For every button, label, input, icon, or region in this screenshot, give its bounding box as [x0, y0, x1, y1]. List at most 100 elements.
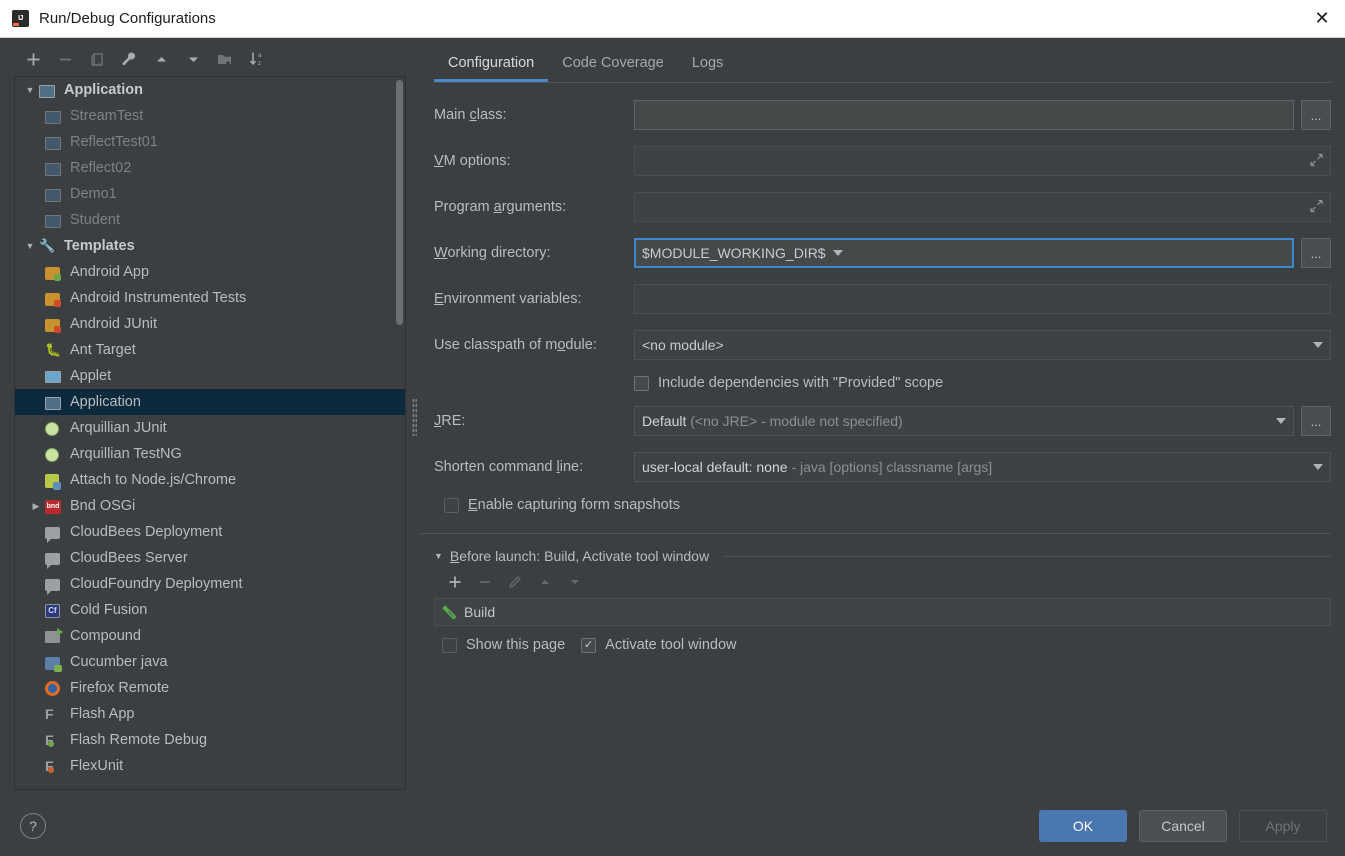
- tab-logs[interactable]: Logs: [678, 55, 737, 82]
- tree-item[interactable]: Firefox Remote: [15, 675, 405, 701]
- tree-item[interactable]: ▼Application: [15, 77, 405, 103]
- vm-options-input[interactable]: [634, 146, 1331, 176]
- jre-label: JRE:: [434, 413, 634, 429]
- folder-add-icon[interactable]: [210, 46, 240, 72]
- tree-item[interactable]: ▶bndBnd OSGi: [15, 493, 405, 519]
- jre-browse-button[interactable]: ...: [1301, 406, 1331, 436]
- program-arguments-input[interactable]: [634, 192, 1331, 222]
- task-row[interactable]: Build: [435, 599, 1330, 625]
- tree-item[interactable]: Android App: [15, 259, 405, 285]
- include-provided-scope-checkbox[interactable]: [634, 376, 649, 391]
- before-launch-header[interactable]: ▼ Before launch: Build, Activate tool wi…: [434, 548, 1331, 564]
- tree-item-selected[interactable]: Application: [15, 389, 405, 415]
- tree-item[interactable]: Arquillian JUnit: [15, 415, 405, 441]
- tree-item[interactable]: FFlexUnit: [15, 753, 405, 779]
- tree-item[interactable]: Android JUnit: [15, 311, 405, 337]
- arrow-down-icon[interactable]: [178, 46, 208, 72]
- collapse-arrow-icon[interactable]: ▼: [434, 551, 443, 561]
- application-icon: [45, 160, 63, 176]
- copy-icon[interactable]: [82, 46, 112, 72]
- pane-splitter[interactable]: [410, 38, 420, 796]
- close-icon[interactable]: ✕: [1299, 0, 1345, 37]
- add-configuration-button[interactable]: [18, 46, 48, 72]
- main-class-input[interactable]: [634, 100, 1294, 130]
- show-this-page-checkbox[interactable]: [442, 638, 457, 653]
- move-task-down-button[interactable]: [562, 570, 588, 594]
- tree-item[interactable]: Cucumber java: [15, 649, 405, 675]
- vm-options-label-mnemonic: V: [434, 153, 444, 169]
- ant-icon: 🐛: [45, 342, 63, 358]
- tree-item[interactable]: Attach to Node.js/Chrome: [15, 467, 405, 493]
- wrench-icon[interactable]: [114, 46, 144, 72]
- tab-configuration[interactable]: Configuration: [434, 55, 548, 82]
- move-task-up-button[interactable]: [532, 570, 558, 594]
- chevron-down-icon[interactable]: ▼: [21, 85, 39, 95]
- environment-variables-input[interactable]: [634, 284, 1331, 314]
- tree-item[interactable]: CfCold Fusion: [15, 597, 405, 623]
- before-launch-task-list[interactable]: Build: [434, 598, 1331, 626]
- form-snapshots-label-mnemonic: E: [468, 497, 478, 513]
- tree-item[interactable]: FFlash Remote Debug: [15, 727, 405, 753]
- jre-combobox[interactable]: Default (<no JRE> - module not specified…: [634, 406, 1294, 436]
- activate-tool-window-checkbox[interactable]: ✓: [581, 638, 596, 653]
- svg-text:z: z: [258, 61, 261, 67]
- expand-diagonal-icon[interactable]: [1310, 154, 1323, 169]
- use-classpath-of-module-combobox[interactable]: <no module>: [634, 330, 1331, 360]
- form-snapshots-checkbox[interactable]: [444, 498, 459, 513]
- configurations-tree[interactable]: ▼ApplicationStreamTestReflectTest01Refle…: [15, 77, 405, 789]
- sort-alpha-icon[interactable]: az: [242, 46, 272, 72]
- tree-item[interactable]: StreamTest: [15, 103, 405, 129]
- tree-item[interactable]: FFlash App: [15, 701, 405, 727]
- remove-configuration-button[interactable]: [50, 46, 80, 72]
- tree-item-label: CloudFoundry Deployment: [70, 576, 242, 592]
- tree-item[interactable]: Demo1: [15, 181, 405, 207]
- ok-button[interactable]: OK: [1039, 810, 1127, 842]
- chevron-down-icon[interactable]: [1306, 453, 1330, 481]
- working-directory-browse-button[interactable]: ...: [1301, 238, 1331, 268]
- tree-item[interactable]: Reflect02: [15, 155, 405, 181]
- main-class-browse-button[interactable]: ...: [1301, 100, 1331, 130]
- jre-row: JRE: Default (<no JRE> - module not spec…: [434, 405, 1331, 437]
- chevron-down-icon[interactable]: [1306, 331, 1330, 359]
- add-task-button[interactable]: [442, 570, 468, 594]
- tree-item[interactable]: ReflectTest01: [15, 129, 405, 155]
- jre-label-post: RE:: [441, 413, 465, 429]
- apply-button[interactable]: Apply: [1239, 810, 1327, 842]
- tree-item[interactable]: Student: [15, 207, 405, 233]
- program-arguments-label-mnemonic: a: [494, 199, 502, 215]
- tree-item[interactable]: Applet: [15, 363, 405, 389]
- tree-item[interactable]: CloudBees Server: [15, 545, 405, 571]
- cancel-button[interactable]: Cancel: [1139, 810, 1227, 842]
- chevron-down-icon[interactable]: [1269, 407, 1293, 435]
- chevron-down-icon[interactable]: [826, 239, 850, 267]
- tree-item[interactable]: Arquillian TestNG: [15, 441, 405, 467]
- working-directory-input[interactable]: $MODULE_WORKING_DIR$: [634, 238, 1294, 268]
- tree-item[interactable]: Compound: [15, 623, 405, 649]
- tree-item[interactable]: 🐛Ant Target: [15, 337, 405, 363]
- pencil-icon[interactable]: [502, 570, 528, 594]
- folder-icon[interactable]: [1308, 291, 1324, 307]
- tree-scrollbar-thumb[interactable]: [396, 80, 403, 325]
- activate-tool-window-label: Activate tool window: [605, 637, 736, 653]
- tab-code-coverage[interactable]: Code Coverage: [548, 55, 678, 82]
- shorten-command-line-combobox[interactable]: user-local default: none - java [options…: [634, 452, 1331, 482]
- arquillian-icon: [45, 420, 63, 436]
- help-button[interactable]: ?: [20, 813, 46, 839]
- shorten-cmd-label-pre: Shorten command: [434, 459, 557, 475]
- tree-item-label: Attach to Node.js/Chrome: [70, 472, 236, 488]
- tree-item-label: Bnd OSGi: [70, 498, 135, 514]
- before-launch-title-post: efore launch: Build, Activate tool windo…: [459, 548, 709, 564]
- tree-item[interactable]: ▼🔧Templates: [15, 233, 405, 259]
- chevron-down-icon[interactable]: ▼: [21, 241, 39, 251]
- tree-item-label: Firefox Remote: [70, 680, 169, 696]
- expand-diagonal-icon[interactable]: [1310, 200, 1323, 215]
- tree-item[interactable]: CloudBees Deployment: [15, 519, 405, 545]
- remove-task-button[interactable]: [472, 570, 498, 594]
- arrow-up-icon[interactable]: [146, 46, 176, 72]
- tree-scrollbar[interactable]: [395, 78, 404, 788]
- tree-item[interactable]: Android Instrumented Tests: [15, 285, 405, 311]
- chevron-right-icon[interactable]: ▶: [27, 501, 45, 512]
- before-launch-toolbar: [434, 564, 1331, 598]
- tree-item[interactable]: CloudFoundry Deployment: [15, 571, 405, 597]
- run-debug-configurations-dialog: az ▼ApplicationStreamTestReflectTest01Re…: [0, 38, 1345, 856]
